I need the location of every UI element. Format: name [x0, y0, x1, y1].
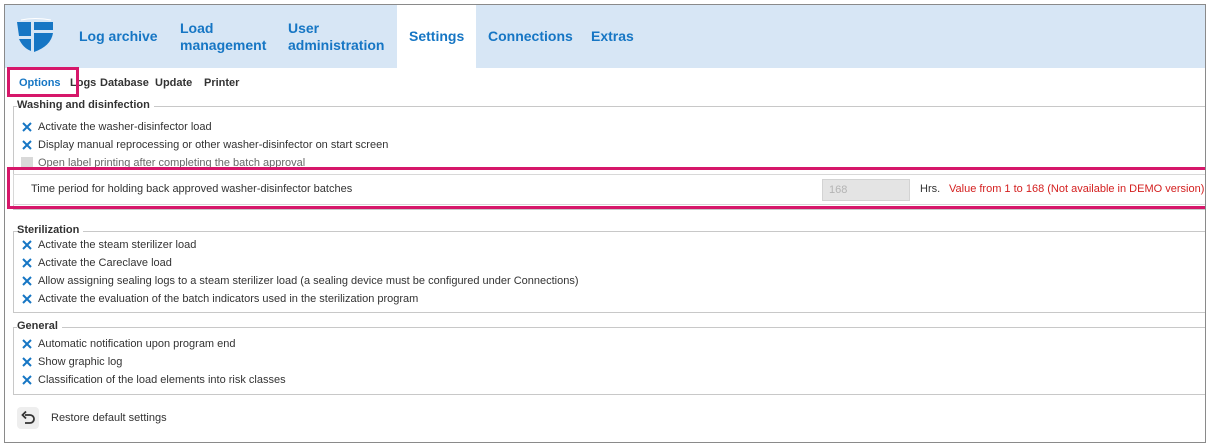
time-period-row: Time period for holding back approved wa…	[13, 174, 1205, 205]
sterilization-option-1[interactable]: Activate the steam sterilizer load	[21, 237, 196, 253]
sub-tabs: Options Logs Database Update Printer	[5, 71, 1205, 95]
sterilization-option-4-label: Activate the evaluation of the batch ind…	[38, 293, 419, 305]
general-option-1[interactable]: Automatic notification upon program end	[21, 336, 236, 352]
x-check-icon[interactable]	[21, 257, 33, 269]
time-period-unit: Hrs.	[920, 183, 941, 195]
time-period-input[interactable]: 168	[822, 179, 910, 201]
x-check-icon[interactable]	[21, 356, 33, 368]
app-window: Log archive Load management User adminis…	[4, 4, 1206, 443]
x-check-icon[interactable]	[21, 139, 33, 151]
subtab-logs[interactable]: Logs	[70, 77, 96, 89]
washing-option-2[interactable]: Display manual reprocessing or other was…	[21, 137, 388, 153]
x-check-icon[interactable]	[21, 338, 33, 350]
washing-option-2-label: Display manual reprocessing or other was…	[38, 139, 389, 151]
undo-arrow-icon[interactable]	[17, 407, 39, 429]
x-check-icon[interactable]	[21, 121, 33, 133]
sterilization-option-2-label: Activate the Careclave load	[38, 257, 172, 269]
sterilization-option-3[interactable]: Allow assigning sealing logs to a steam …	[21, 273, 579, 289]
time-period-label: Time period for holding back approved wa…	[31, 183, 353, 195]
time-period-hint: Value from 1 to 168 (Not available in DE…	[949, 183, 1205, 195]
shield-logo-icon	[17, 18, 53, 52]
x-check-icon[interactable]	[21, 275, 33, 287]
nav-user-administration[interactable]: User administration	[288, 5, 384, 68]
x-check-icon[interactable]	[21, 374, 33, 386]
restore-default-label: Restore default settings	[51, 412, 167, 424]
nav-connections[interactable]: Connections	[488, 5, 573, 68]
general-option-3-label: Classification of the load elements into…	[38, 374, 286, 386]
sterilization-option-1-label: Activate the steam sterilizer load	[38, 239, 197, 251]
sterilization-option-4[interactable]: Activate the evaluation of the batch ind…	[21, 291, 418, 307]
general-option-1-label: Automatic notification upon program end	[38, 338, 236, 350]
nav-extras[interactable]: Extras	[591, 5, 634, 68]
washing-group-title: Washing and disinfection	[17, 99, 154, 111]
subtab-printer[interactable]: Printer	[204, 77, 239, 89]
general-option-3[interactable]: Classification of the load elements into…	[21, 372, 286, 388]
general-option-2-label: Show graphic log	[38, 356, 123, 368]
general-group-title: General	[17, 320, 62, 332]
x-check-icon[interactable]	[21, 293, 33, 305]
washing-option-1-label: Activate the washer-disinfector load	[38, 121, 212, 133]
sterilization-option-2[interactable]: Activate the Careclave load	[21, 255, 172, 271]
x-check-icon[interactable]	[21, 239, 33, 251]
nav-log-archive[interactable]: Log archive	[79, 5, 158, 68]
subtab-database[interactable]: Database	[100, 77, 149, 89]
restore-default-button[interactable]: Restore default settings	[17, 407, 167, 429]
sterilization-group-title: Sterilization	[17, 224, 84, 236]
washing-option-3[interactable]: Open label printing after completing the…	[21, 155, 305, 171]
washing-option-1[interactable]: Activate the washer-disinfector load	[21, 119, 212, 135]
checkbox-disabled	[21, 157, 33, 169]
subtab-options[interactable]: Options	[19, 77, 61, 89]
sterilization-option-3-label: Allow assigning sealing logs to a steam …	[38, 275, 579, 287]
top-navigation: Log archive Load management User adminis…	[5, 5, 1205, 68]
nav-settings[interactable]: Settings	[397, 5, 477, 68]
general-option-2[interactable]: Show graphic log	[21, 354, 122, 370]
washing-option-3-label: Open label printing after completing the…	[38, 157, 306, 169]
subtab-update[interactable]: Update	[155, 77, 192, 89]
nav-load-management[interactable]: Load management	[180, 5, 266, 68]
